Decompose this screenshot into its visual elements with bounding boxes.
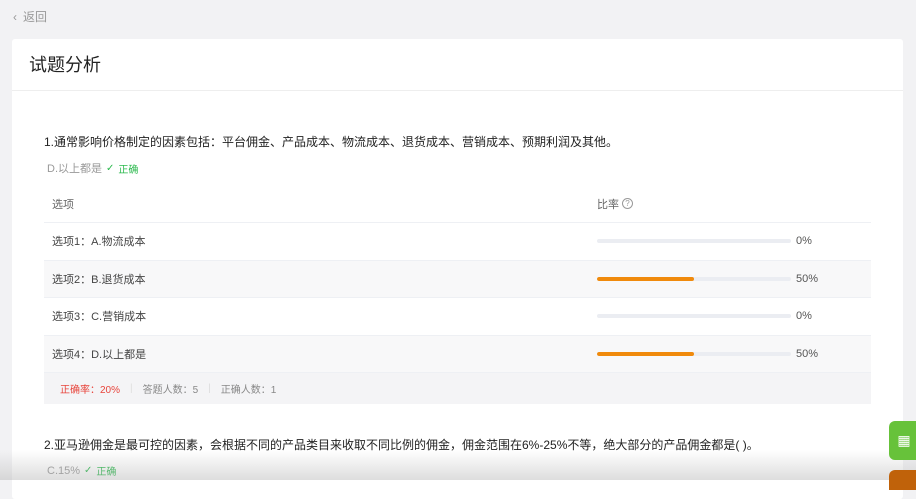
correct-count: 正确人数：1	[220, 385, 277, 396]
percent-label: 50%	[796, 347, 819, 360]
answered-count: 答题人数：5	[142, 385, 199, 396]
table-header: 选项 比率?	[44, 185, 871, 223]
answer-text: D.以上都是	[47, 163, 102, 175]
stats-bar: 正确率：20% | 答题人数：5 | 正确人数：1	[44, 373, 871, 404]
correct-answer: C.15% ✓ 正确	[47, 463, 117, 479]
progress-fill	[597, 351, 694, 356]
progress-bar	[597, 351, 791, 356]
check-icon: ✓	[106, 162, 115, 174]
floating-button[interactable]	[889, 470, 916, 490]
option-label: 选项3：C.营销成本	[52, 311, 147, 324]
progress-fill	[597, 276, 694, 281]
answer-status: 正确	[96, 467, 117, 478]
progress-bar	[597, 276, 791, 281]
table-row: 选项2：B.退货成本 50%	[44, 260, 871, 298]
percent-label: 50%	[796, 272, 819, 285]
option-label: 选项4：D.以上都是	[52, 348, 147, 361]
page-title: 试题分析	[12, 39, 903, 91]
correct-answer: D.以上都是 ✓ 正确	[47, 160, 138, 176]
option-label: 选项1：A.物流成本	[52, 236, 146, 249]
table-row: 选项3：C.营销成本 0%	[44, 298, 871, 336]
table-row: 选项1：A.物流成本 0%	[44, 223, 871, 261]
question-text: 2.亚马逊佣金是最可控的因素，会根据不同的产品类目来收取不同比例的佣金，佣金范围…	[44, 438, 759, 452]
accuracy-rate: 正确率：20%	[60, 385, 121, 396]
header-option: 选项	[52, 198, 74, 211]
table-row: 选项4：D.以上都是 50%	[44, 335, 871, 373]
progress-bar	[597, 239, 791, 244]
help-icon[interactable]: ?	[622, 198, 633, 209]
back-button[interactable]: ‹ 返回	[13, 8, 47, 25]
back-label: 返回	[23, 10, 48, 24]
check-icon: ✓	[84, 465, 93, 476]
percent-label: 0%	[796, 310, 812, 323]
answer-text: C.15%	[47, 464, 81, 477]
header-rate: 比率?	[597, 196, 633, 212]
grid-icon: ▦	[897, 432, 911, 448]
progress-bar	[597, 314, 791, 319]
option-stats-table: 选项 比率? 选项1：A.物流成本 0% 选项2：B.退货成本 50% 选项3：C.…	[44, 185, 871, 404]
grid-menu-button[interactable]: ▦	[889, 421, 916, 460]
header-rate-label: 比率	[597, 198, 619, 211]
question-text: 1.通常影响价格制定的因素包括：平台佣金、产品成本、物流成本、退货成本、营销成本…	[44, 135, 619, 149]
option-label: 选项2：B.退货成本	[52, 273, 146, 286]
answer-status: 正确	[118, 164, 139, 176]
analysis-card: 试题分析 1.通常影响价格制定的因素包括：平台佣金、产品成本、物流成本、退货成本…	[12, 39, 903, 499]
chevron-left-icon: ‹	[13, 9, 17, 24]
percent-label: 0%	[796, 235, 812, 248]
